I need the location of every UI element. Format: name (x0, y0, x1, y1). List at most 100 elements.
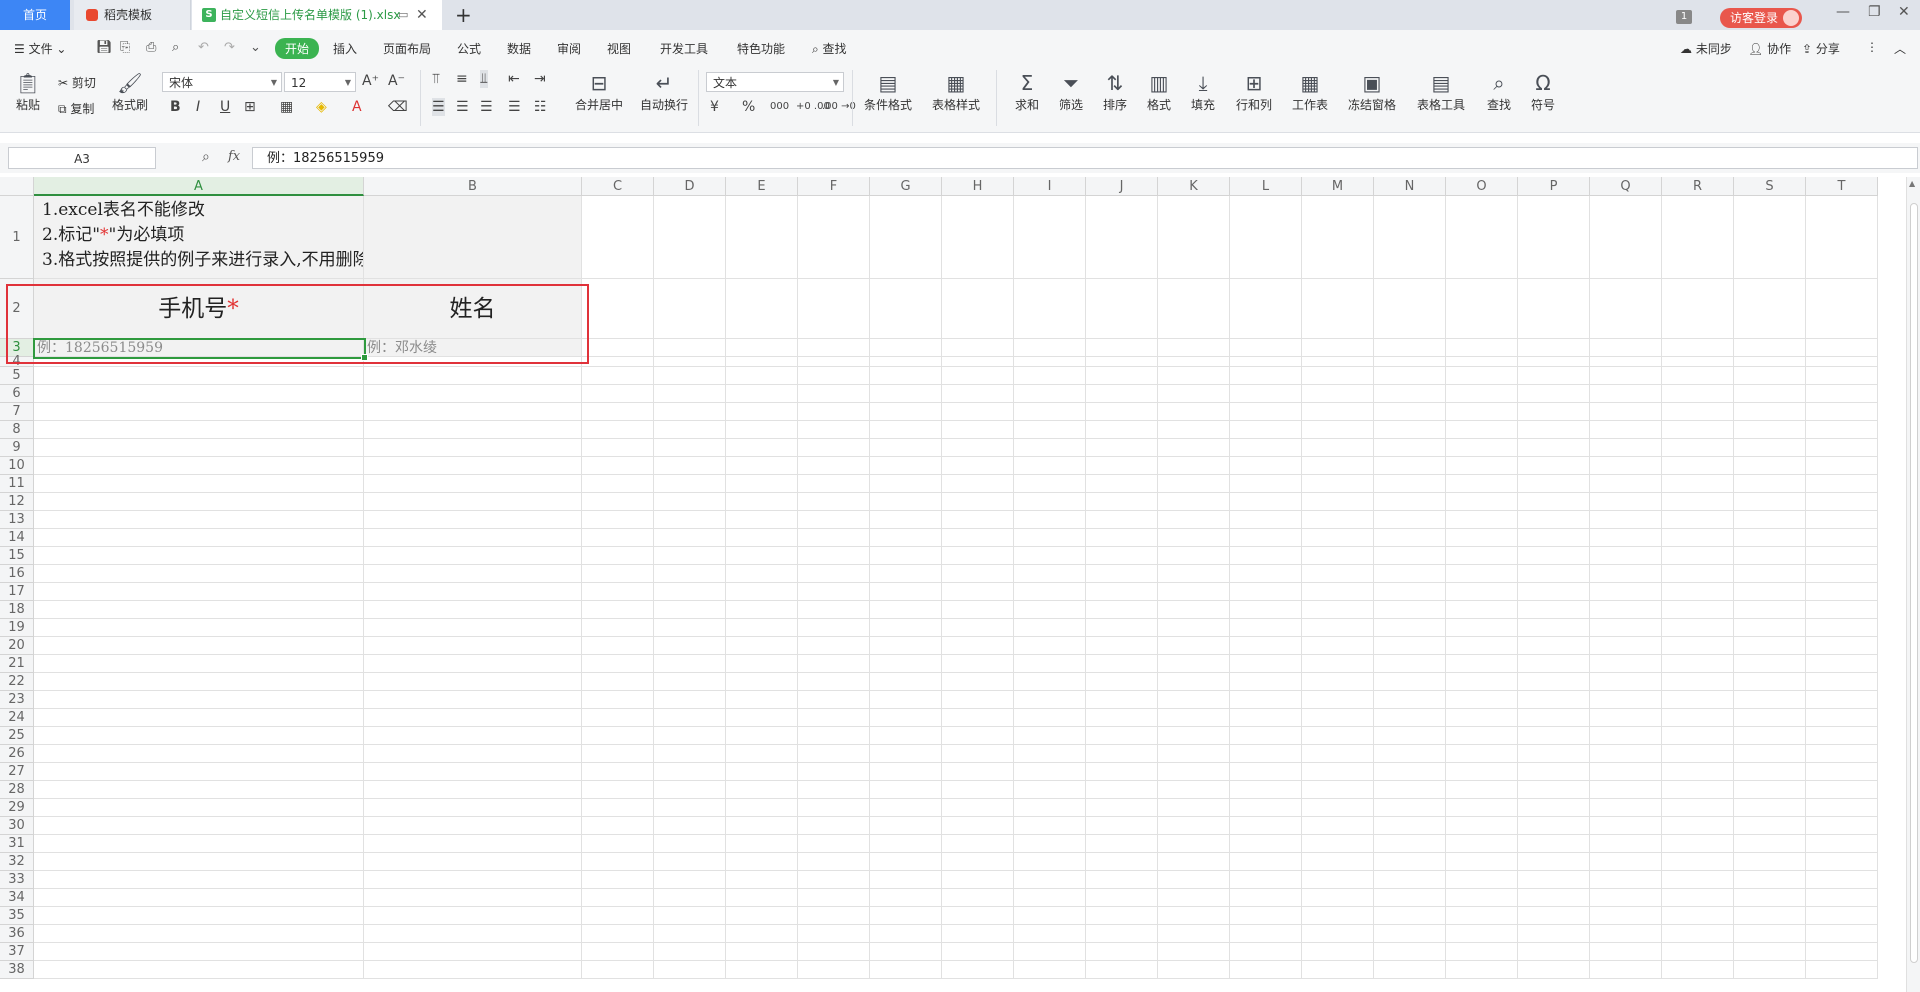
cell-g36[interactable] (870, 925, 942, 943)
cell-j24[interactable] (1086, 709, 1158, 727)
cell-j20[interactable] (1086, 637, 1158, 655)
share-button[interactable]: ⇪ 分享 (1802, 40, 1840, 57)
cell-d7[interactable] (654, 403, 726, 421)
cell-r27[interactable] (1662, 763, 1734, 781)
cell-o2[interactable] (1446, 279, 1518, 339)
cell-e30[interactable] (726, 817, 798, 835)
cell-r9[interactable] (1662, 439, 1734, 457)
cell-k16[interactable] (1158, 565, 1230, 583)
row-header-33[interactable]: 33 (0, 871, 34, 889)
cell-i3[interactable] (1014, 339, 1086, 357)
cell-c25[interactable] (582, 727, 654, 745)
cell-g35[interactable] (870, 907, 942, 925)
cell-l3[interactable] (1230, 339, 1302, 357)
cell-f11[interactable] (798, 475, 870, 493)
cell-o8[interactable] (1446, 421, 1518, 439)
cell-p6[interactable] (1518, 385, 1590, 403)
cell-l28[interactable] (1230, 781, 1302, 799)
cell-n19[interactable] (1374, 619, 1446, 637)
cell-d2[interactable] (654, 279, 726, 339)
cell-h18[interactable] (942, 601, 1014, 619)
cell-o37[interactable] (1446, 943, 1518, 961)
tab-document[interactable]: S 自定义短信上传名单模版 (1).xlsx ▭ ✕ (192, 0, 442, 30)
cell-h28[interactable] (942, 781, 1014, 799)
cell-i18[interactable] (1014, 601, 1086, 619)
cell-c20[interactable] (582, 637, 654, 655)
cell-a29[interactable] (34, 799, 364, 817)
cell-b12[interactable] (364, 493, 582, 511)
cell-a4[interactable] (34, 357, 364, 367)
cell-j13[interactable] (1086, 511, 1158, 529)
cell-t11[interactable] (1806, 475, 1878, 493)
row-header-14[interactable]: 14 (0, 529, 34, 547)
cell-a15[interactable] (34, 547, 364, 565)
cell-j7[interactable] (1086, 403, 1158, 421)
cell-m36[interactable] (1302, 925, 1374, 943)
menu-tab-features[interactable]: 特色功能 (737, 40, 785, 57)
cell-g24[interactable] (870, 709, 942, 727)
cell-d24[interactable] (654, 709, 726, 727)
row-header-28[interactable]: 28 (0, 781, 34, 799)
cell-b16[interactable] (364, 565, 582, 583)
column-header-s[interactable]: S (1734, 177, 1806, 196)
cell-b22[interactable] (364, 673, 582, 691)
cell-g13[interactable] (870, 511, 942, 529)
cell-a36[interactable] (34, 925, 364, 943)
cell-e1[interactable] (726, 196, 798, 279)
cell-h4[interactable] (942, 357, 1014, 367)
cell-t2[interactable] (1806, 279, 1878, 339)
cell-b7[interactable] (364, 403, 582, 421)
cell-l20[interactable] (1230, 637, 1302, 655)
cell-q6[interactable] (1590, 385, 1662, 403)
cell-n33[interactable] (1374, 871, 1446, 889)
cell-m10[interactable] (1302, 457, 1374, 475)
cell-n23[interactable] (1374, 691, 1446, 709)
cell-c18[interactable] (582, 601, 654, 619)
column-header-h[interactable]: H (942, 177, 1014, 196)
cell-r11[interactable] (1662, 475, 1734, 493)
cell-a34[interactable] (34, 889, 364, 907)
cell-f26[interactable] (798, 745, 870, 763)
merge-center-button[interactable]: ⊟ 合并居中 (568, 70, 630, 113)
cell-d35[interactable] (654, 907, 726, 925)
cell-m20[interactable] (1302, 637, 1374, 655)
cell-k23[interactable] (1158, 691, 1230, 709)
cell-k21[interactable] (1158, 655, 1230, 673)
cell-d11[interactable] (654, 475, 726, 493)
row-header-12[interactable]: 12 (0, 493, 34, 511)
cell-i29[interactable] (1014, 799, 1086, 817)
cell-d14[interactable] (654, 529, 726, 547)
cell-a19[interactable] (34, 619, 364, 637)
cell-n22[interactable] (1374, 673, 1446, 691)
cell-q27[interactable] (1590, 763, 1662, 781)
cell-t33[interactable] (1806, 871, 1878, 889)
cell-j33[interactable] (1086, 871, 1158, 889)
row-header-25[interactable]: 25 (0, 727, 34, 745)
notes-cell[interactable]: 1.excel表名不能修改 2.标记"*"为必填项 3.格式按照提供的例子来进行… (34, 196, 364, 279)
cell-s16[interactable] (1734, 565, 1806, 583)
cell-t14[interactable] (1806, 529, 1878, 547)
cell-t26[interactable] (1806, 745, 1878, 763)
cell-c30[interactable] (582, 817, 654, 835)
cell-g11[interactable] (870, 475, 942, 493)
cell-n30[interactable] (1374, 817, 1446, 835)
cell-t4[interactable] (1806, 357, 1878, 367)
column-header-f[interactable]: F (798, 177, 870, 196)
menu-search[interactable]: ⌕ 查找 (812, 40, 847, 57)
cell-r6[interactable] (1662, 385, 1734, 403)
cell-p27[interactable] (1518, 763, 1590, 781)
cell-o3[interactable] (1446, 339, 1518, 357)
cell-n11[interactable] (1374, 475, 1446, 493)
percent-button[interactable]: % (742, 98, 755, 116)
cell-a30[interactable] (34, 817, 364, 835)
row-header-16[interactable]: 16 (0, 565, 34, 583)
cell-s13[interactable] (1734, 511, 1806, 529)
cell-m35[interactable] (1302, 907, 1374, 925)
scroll-up-icon[interactable]: ▲ (1909, 179, 1915, 188)
cell-j10[interactable] (1086, 457, 1158, 475)
cell-a21[interactable] (34, 655, 364, 673)
cell-l26[interactable] (1230, 745, 1302, 763)
column-header-j[interactable]: J (1086, 177, 1158, 196)
cell-e29[interactable] (726, 799, 798, 817)
cell-p9[interactable] (1518, 439, 1590, 457)
